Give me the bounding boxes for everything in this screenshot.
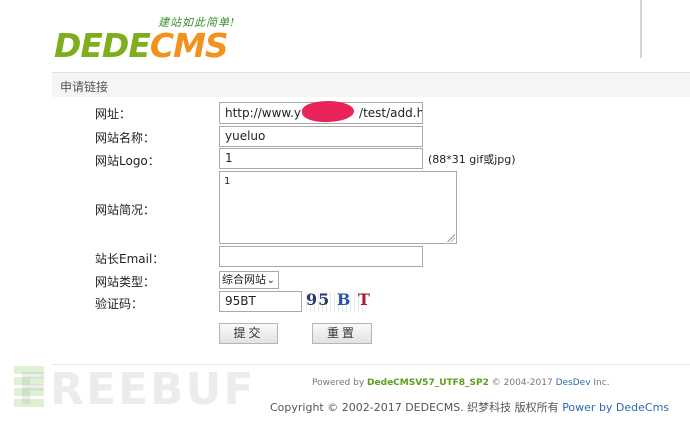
site-logo-label: 网站Logo：: [95, 154, 160, 168]
captcha-image[interactable]: 95 B T: [306, 290, 370, 312]
captcha-label: 验证码：: [95, 297, 144, 311]
logo-text: DEDECMS: [54, 26, 229, 66]
webmaster-email-field[interactable]: [219, 246, 423, 267]
site-type-label: 网站类型：: [95, 275, 156, 289]
submit-button[interactable]: 提交: [219, 323, 278, 344]
reset-button[interactable]: 重置: [312, 323, 372, 344]
logo-text-dede: DEDE: [54, 26, 151, 65]
webmaster-email-label: 站长Email：: [95, 252, 165, 266]
section-header: 申请链接: [52, 72, 690, 97]
power-by-dedecms-link[interactable]: Power by DedeCms: [562, 401, 669, 414]
captcha-field[interactable]: 95BT: [219, 291, 302, 312]
site-description-textarea[interactable]: 1: [219, 171, 457, 244]
url-value-start: http://www.y: [225, 106, 302, 120]
page-title: 申请链接: [60, 80, 109, 94]
freebuf-watermark: FREEBUF: [18, 364, 256, 415]
powered-by-text: Powered by DedeCMSV57_UTF8_SP2 © 2004-20…: [312, 378, 610, 388]
header-divider: [640, 0, 642, 58]
site-name-field[interactable]: yueluo: [219, 126, 423, 147]
copyright-text: Copyright © 2002-2017 DEDECMS. 织梦科技 版权所有…: [270, 401, 670, 414]
logo-text-cms: CMS: [149, 26, 229, 65]
url-value-end: /test/add.htm: [359, 106, 422, 120]
dedecms-logo[interactable]: 建站如此简单! DEDECMS: [54, 14, 254, 70]
site-name-label: 网站名称：: [95, 131, 156, 145]
logo-size-hint: (88*31 gif或jpg): [428, 153, 516, 166]
desdev-link[interactable]: DesDev: [556, 378, 591, 388]
chevron-down-icon: ⌄: [266, 275, 275, 286]
url-label: 网址：: [95, 107, 132, 121]
site-type-select[interactable]: 综合网站 ⌄: [219, 271, 279, 289]
resize-handle-icon[interactable]: [447, 234, 455, 242]
site-type-selected: 综合网站: [222, 273, 266, 286]
site-description-value: 1: [224, 176, 231, 187]
site-logo-field[interactable]: 1: [219, 148, 423, 169]
powered-product-link[interactable]: DedeCMSV57_UTF8_SP2: [367, 378, 489, 388]
site-description-label: 网站简况：: [95, 203, 156, 217]
